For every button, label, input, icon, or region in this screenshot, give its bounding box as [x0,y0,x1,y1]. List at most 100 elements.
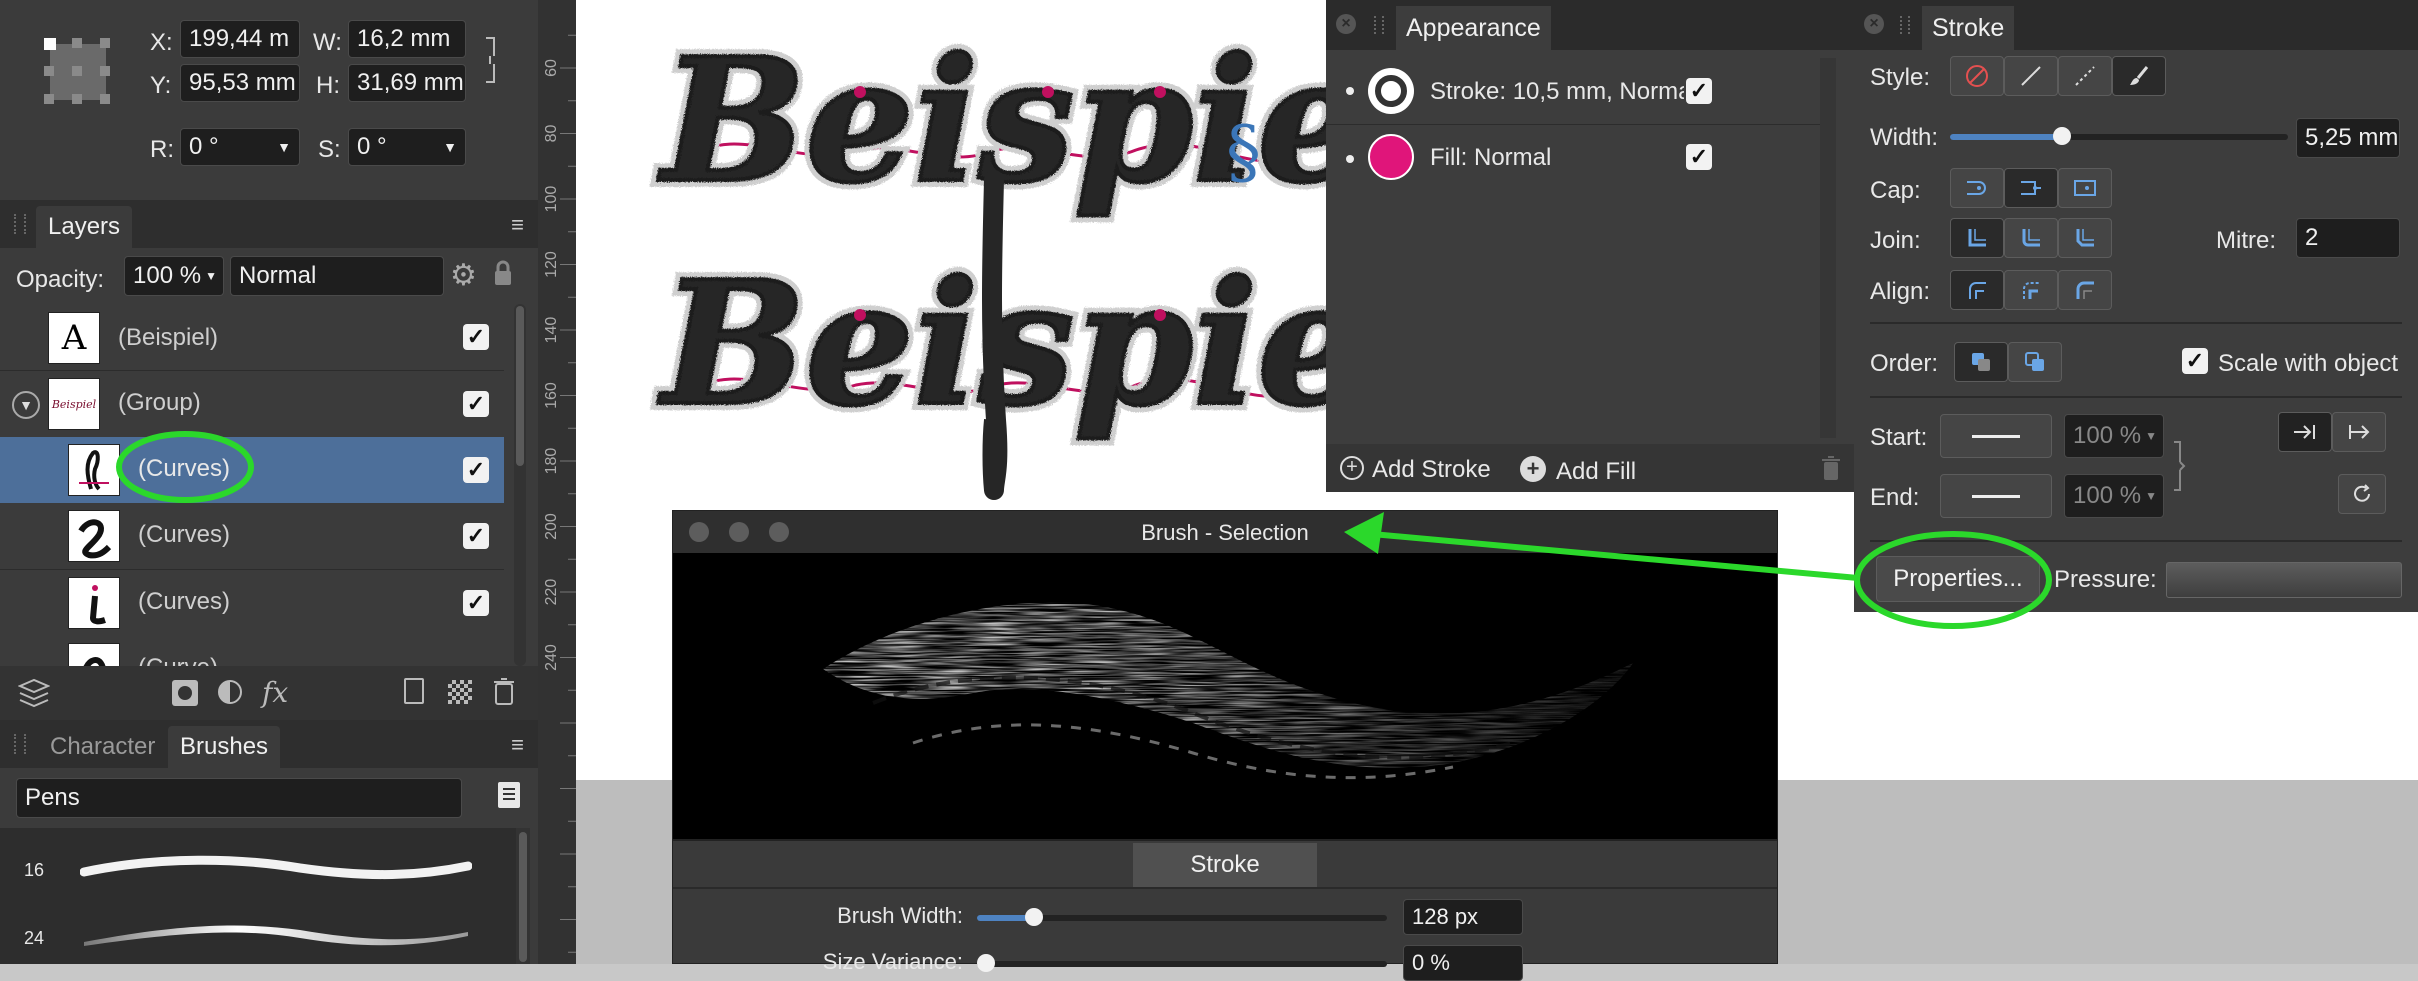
blend-mode-select[interactable]: Normal [230,256,444,296]
brush-stroke-preview[interactable] [80,846,472,890]
lock-icon[interactable] [494,260,512,286]
slider-knob[interactable] [977,954,995,972]
layers-stack-icon[interactable] [17,678,51,708]
align-outside-button[interactable] [2058,270,2112,310]
brushes-scrollbar[interactable] [516,828,530,964]
cap-butt-button[interactable] [1950,168,2004,208]
appearance-scrollbar[interactable] [1820,58,1836,438]
opacity-field[interactable]: 100 % ▼ [124,256,224,296]
layers-scrollbar[interactable] [514,304,526,666]
mitre-field[interactable]: 2 [2296,218,2400,258]
arrow-outside-button[interactable] [2332,412,2386,452]
appearance-stroke-row[interactable]: Stroke: 10,5 mm, Normal ✓ [1326,58,1820,124]
cap-square-button[interactable] [2058,168,2112,208]
align-center-button[interactable] [1950,270,2004,310]
end-arrowhead-select[interactable] [1940,474,2052,518]
drag-handle-icon[interactable] [14,214,26,234]
y-field[interactable]: 95,53 mm [180,64,300,102]
brush-list[interactable]: 16 24 [0,828,516,964]
vertical-ruler[interactable]: 60 80 100 120 140 160 180 200 220 240 [538,0,576,964]
gear-icon[interactable]: ⚙ [450,258,477,293]
layer-visibility-checkbox[interactable]: ✓ [463,523,489,549]
layer-row[interactable]: (Curves) ✓ [0,570,504,636]
tab-character[interactable]: Character [38,726,167,768]
end-scale-field[interactable]: 100 % ▼ [2064,474,2164,518]
close-icon[interactable]: × [1336,14,1356,34]
style-none-button[interactable] [1950,56,2004,96]
start-scale-field[interactable]: 100 % ▼ [2064,414,2164,458]
trash-icon[interactable] [1820,454,1842,482]
x-field[interactable]: 199,44 m [180,20,300,58]
rotation-field[interactable]: 0 ° ▼ [180,128,300,166]
w-field[interactable]: 16,2 mm [348,20,466,58]
brush-category-select[interactable]: Pens [16,778,462,818]
pressure-graph[interactable] [2166,562,2402,598]
panel-menu-icon[interactable]: ≡ [511,732,524,758]
cap-round-button[interactable] [2004,168,2058,208]
layer-visibility-checkbox[interactable]: ✓ [463,457,489,483]
slider-knob[interactable] [2052,127,2071,145]
anchor-selector[interactable] [36,30,116,110]
scale-with-object-checkbox[interactable]: ✓ [2182,348,2208,374]
start-arrowhead-select[interactable] [1940,414,2052,458]
close-icon[interactable]: × [1864,14,1884,34]
fx-icon[interactable]: fx [262,676,288,709]
order-behind-button[interactable] [1954,342,2008,382]
tab-appearance[interactable]: Appearance [1396,6,1551,50]
layer-row[interactable]: ▼ Beispiel (Group) ✓ [0,371,504,437]
brush-stroke-preview[interactable] [80,912,472,956]
tab-layers[interactable]: Layers [36,206,133,248]
new-document-icon[interactable] [404,678,424,704]
tab-stroke-section[interactable]: Stroke [1133,843,1317,887]
properties-button[interactable]: Properties... [1876,556,2040,602]
dialog-titlebar[interactable]: Brush - Selection [673,511,1777,553]
layer-visibility-checkbox[interactable]: ✓ [463,391,489,417]
layer-row[interactable]: (Curves) ✓ [0,503,504,569]
trash-icon[interactable] [492,676,516,706]
layer-row[interactable]: (Curve) [0,636,504,666]
adjustment-icon[interactable] [218,680,242,704]
drag-handle-icon[interactable] [1374,16,1384,34]
order-front-button[interactable] [2008,342,2062,382]
swap-arrowheads-button[interactable] [2338,474,2386,514]
lock-aspect-icon[interactable] [482,36,498,84]
drag-handle-icon[interactable] [1900,16,1910,34]
h-field[interactable]: 31,69 mm [348,64,466,102]
stroke-swatch-icon[interactable] [1368,68,1414,114]
link-bracket-icon[interactable] [2172,440,2186,492]
add-fill-button[interactable]: Add Fill [1556,458,1636,486]
brush-text-lower[interactable]: Beispiel [656,242,1432,446]
brush-width-field[interactable]: 128 px [1403,899,1523,935]
arrow-inside-button[interactable] [2278,412,2332,452]
drag-handle-icon[interactable] [14,734,26,754]
style-brush-button[interactable] [2112,56,2166,96]
list-view-icon[interactable] [498,782,520,808]
tab-brushes[interactable]: Brushes [168,726,281,768]
layer-visibility-checkbox[interactable]: ✓ [463,590,489,616]
stroke-visibility-checkbox[interactable]: ✓ [1686,78,1712,104]
style-solid-button[interactable] [2004,56,2058,96]
panel-menu-icon[interactable]: ≡ [511,212,524,238]
join-miter-button[interactable] [1950,218,2004,258]
join-bevel-button[interactable] [2058,218,2112,258]
join-round-button[interactable] [2004,218,2058,258]
layer-row-selected[interactable]: (Curves) ✓ [0,437,504,503]
tab-stroke[interactable]: Stroke [1922,6,2015,50]
fill-visibility-checkbox[interactable]: ✓ [1686,144,1712,170]
align-inside-button[interactable] [2004,270,2058,310]
shear-field[interactable]: 0 ° ▼ [348,128,466,166]
size-variance-slider[interactable] [977,954,1387,972]
style-dashed-button[interactable] [2058,56,2112,96]
width-slider[interactable] [1950,127,2288,145]
width-field[interactable]: 5,25 mm [2296,118,2400,158]
fill-swatch-icon[interactable] [1368,134,1414,180]
brush-text-upper[interactable]: Beispiel [656,19,1432,223]
size-variance-field[interactable]: 0 % [1403,945,1523,981]
checker-icon[interactable] [448,680,472,704]
mask-icon[interactable] [172,680,198,706]
slider-knob[interactable] [1025,908,1043,926]
disclosure-triangle-icon[interactable]: ▼ [12,391,40,419]
brush-width-slider[interactable] [977,908,1387,926]
appearance-fill-row[interactable]: Fill: Normal ✓ [1326,126,1820,192]
add-stroke-button[interactable]: Add Stroke [1372,456,1491,484]
